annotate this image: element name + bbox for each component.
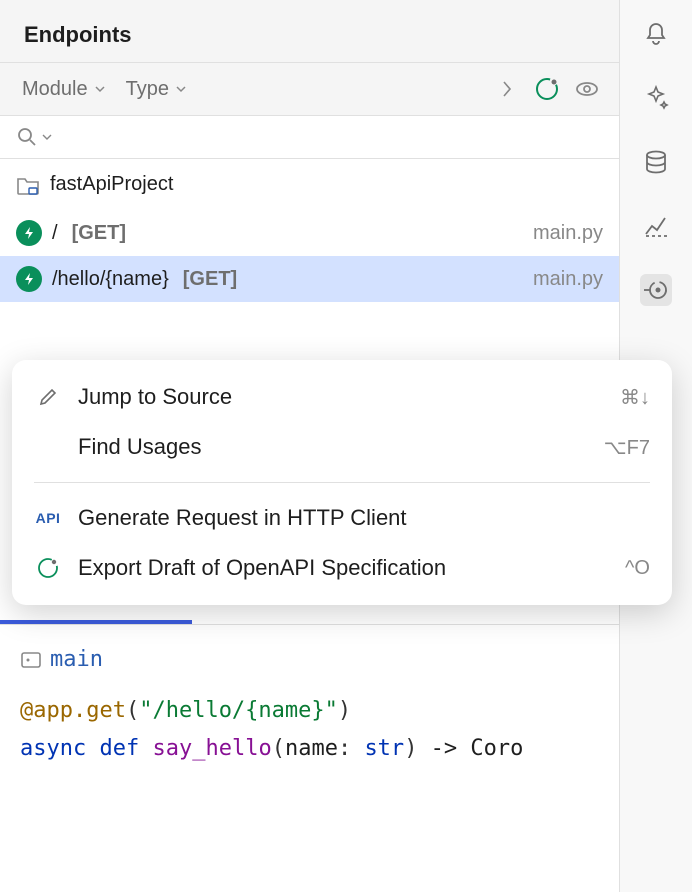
openapi-icon	[34, 556, 62, 580]
charts-icon[interactable]	[640, 210, 672, 242]
search-bar[interactable]	[0, 116, 619, 159]
fastapi-icon	[16, 266, 42, 292]
pencil-icon	[34, 386, 62, 408]
code-param: name	[285, 736, 338, 761]
fastapi-icon	[16, 220, 42, 246]
code-return-tail: -> Coro	[417, 736, 523, 761]
menu-shortcut: ^O	[625, 557, 650, 580]
filter-bar: Module Type	[0, 63, 619, 116]
code-param-type: str	[364, 736, 404, 761]
endpoint-method: [GET]	[72, 222, 126, 245]
menu-item-label: Jump to Source	[78, 384, 604, 410]
search-icon	[16, 126, 38, 148]
endpoint-path: /	[52, 222, 58, 245]
menu-export-openapi[interactable]: Export Draft of OpenAPI Specification ^O	[12, 543, 672, 593]
menu-separator	[34, 482, 650, 483]
database-icon[interactable]	[640, 146, 672, 178]
endpoints-tool-icon[interactable]	[640, 274, 672, 306]
api-icon: API	[34, 510, 62, 526]
documentation-panel: main @app.get("/hello/{name}") async def…	[0, 625, 619, 785]
menu-item-label: Export Draft of OpenAPI Specification	[78, 555, 609, 581]
openapi-filter-icon[interactable]	[531, 73, 563, 105]
menu-find-usages[interactable]: Find Usages ⌥F7	[12, 422, 672, 472]
module-filter[interactable]: Module	[16, 74, 112, 105]
chevron-down-icon	[94, 83, 106, 95]
expand-icon[interactable]	[491, 73, 523, 105]
endpoints-tree: fastApiProject / [GET] main.py /hello/{n…	[0, 159, 619, 302]
type-filter[interactable]: Type	[120, 74, 193, 105]
endpoint-row[interactable]: / [GET] main.py	[0, 210, 619, 256]
menu-shortcut: ⌘↓	[620, 385, 650, 410]
panel-title: Endpoints	[0, 0, 619, 63]
code-decorator: @app.get	[20, 698, 126, 723]
module-filter-label: Module	[22, 78, 88, 101]
chevron-down-icon	[42, 132, 52, 142]
project-group[interactable]: fastApiProject	[0, 159, 619, 210]
menu-jump-to-source[interactable]: Jump to Source ⌘↓	[12, 372, 672, 422]
breadcrumb[interactable]: main	[20, 641, 599, 680]
endpoint-method: [GET]	[183, 268, 237, 291]
type-filter-label: Type	[126, 78, 169, 101]
module-icon	[20, 650, 42, 670]
menu-item-label: Find Usages	[78, 434, 588, 460]
endpoint-file: main.py	[533, 222, 603, 245]
ai-assistant-icon[interactable]	[640, 82, 672, 114]
endpoint-row[interactable]: /hello/{name} [GET] main.py	[0, 256, 619, 302]
breadcrumb-text: main	[50, 641, 103, 680]
notifications-icon[interactable]	[640, 18, 672, 50]
code-route-string: "/hello/{name}"	[139, 698, 338, 723]
code-kw-async: async	[20, 736, 86, 761]
code-line-2: async def say_hello(name: str) -> Coro	[20, 730, 599, 769]
menu-shortcut: ⌥F7	[604, 435, 650, 460]
menu-generate-request[interactable]: API Generate Request in HTTP Client	[12, 493, 672, 543]
context-menu: Jump to Source ⌘↓ Find Usages ⌥F7 API Ge…	[12, 360, 672, 605]
endpoint-path: /hello/{name}	[52, 268, 169, 291]
endpoint-file: main.py	[533, 268, 603, 291]
code-line-1: @app.get("/hello/{name}")	[20, 692, 599, 731]
menu-item-label: Generate Request in HTTP Client	[78, 505, 650, 531]
code-kw-def: def	[99, 736, 139, 761]
project-name: fastApiProject	[50, 173, 173, 196]
folder-icon	[16, 175, 40, 195]
preview-icon[interactable]	[571, 73, 603, 105]
chevron-down-icon	[175, 83, 187, 95]
code-fn-name: say_hello	[152, 736, 271, 761]
